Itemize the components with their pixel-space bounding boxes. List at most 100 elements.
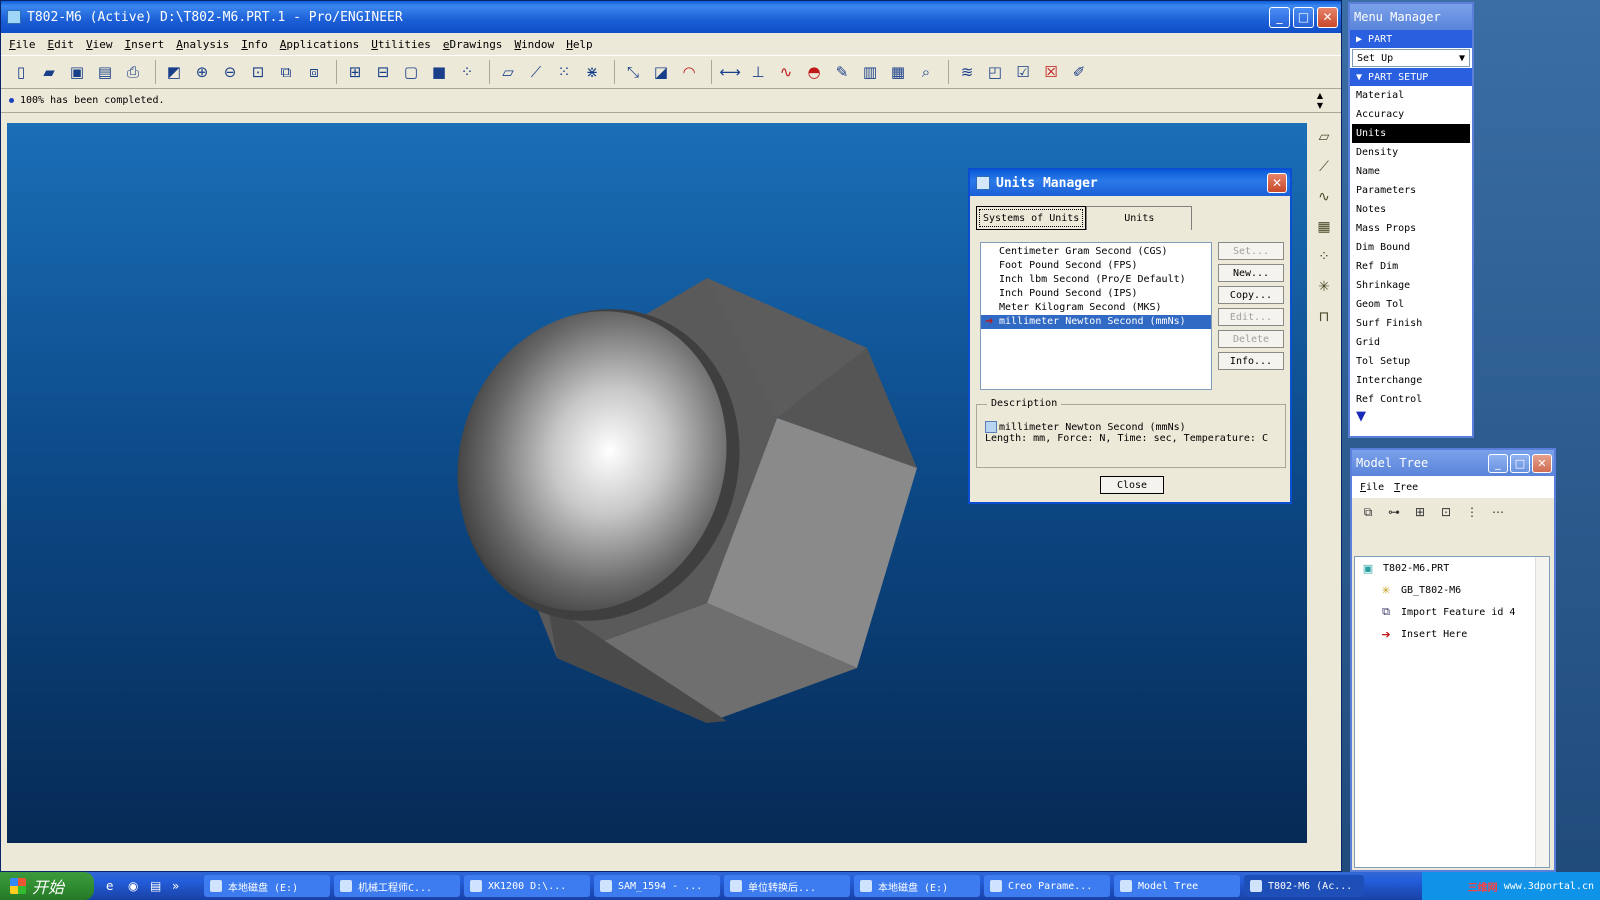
rotate-icon[interactable]: ◠: [677, 60, 701, 84]
menu-item-grid[interactable]: Grid: [1350, 333, 1472, 352]
menu-item-name[interactable]: Name: [1350, 162, 1472, 181]
datum-planes-icon[interactable]: ⊞: [343, 60, 367, 84]
ie-icon[interactable]: e: [106, 879, 122, 893]
tree-node-import-feature[interactable]: ⧉ Import Feature id 4: [1355, 601, 1549, 623]
collapse-icon[interactable]: ⋯: [1488, 502, 1508, 522]
menu-item-accuracy[interactable]: Accuracy: [1350, 105, 1472, 124]
menu-manager-title[interactable]: Menu Manager: [1350, 4, 1472, 30]
zoom-out-icon[interactable]: ⊖: [218, 60, 242, 84]
datum-curve-tool-icon[interactable]: ∿: [1313, 189, 1335, 211]
columns-icon[interactable]: ⊞: [1410, 502, 1430, 522]
measure-icon[interactable]: ⟷: [718, 60, 742, 84]
window-icon[interactable]: ◰: [983, 60, 1007, 84]
menu-applications[interactable]: Applications: [280, 38, 359, 51]
model-tree-menu-file[interactable]: File: [1360, 482, 1384, 493]
layers-icon[interactable]: ≋: [955, 60, 979, 84]
list-item[interactable]: Inch lbm Second (Pro/E Default): [981, 273, 1211, 287]
select-box-icon[interactable]: ◪: [649, 60, 673, 84]
units-manager-close-icon[interactable]: ✕: [1267, 173, 1287, 193]
taskbar-item-active[interactable]: T802-M6 (Ac...: [1244, 875, 1364, 897]
sketch-tool-icon[interactable]: ▦: [1313, 219, 1335, 241]
menu-item-tol-setup[interactable]: Tol Setup: [1350, 352, 1472, 371]
maximize-button[interactable]: □: [1293, 6, 1314, 28]
menu-item-units[interactable]: Units: [1352, 124, 1470, 143]
edit-icon[interactable]: ✐: [1067, 60, 1091, 84]
show-icon[interactable]: ⊡: [1436, 502, 1456, 522]
start-button[interactable]: 开始: [0, 872, 94, 900]
datum-plane-tool-icon[interactable]: ▱: [1313, 129, 1335, 151]
model-tree-titlebar[interactable]: Model Tree _ □ ✕: [1352, 450, 1554, 476]
minimize-button[interactable]: _: [1269, 6, 1290, 28]
saved-views-icon[interactable]: ⧈: [302, 60, 326, 84]
menu-item-parameters[interactable]: Parameters: [1350, 181, 1472, 200]
csys-icon[interactable]: ⁘: [455, 60, 479, 84]
menu-item-interchange[interactable]: Interchange: [1350, 371, 1472, 390]
save-copy-icon[interactable]: ▤: [93, 60, 117, 84]
menu-item-geom-tol[interactable]: Geom Tol: [1350, 295, 1472, 314]
list-item[interactable]: Foot Pound Second (FPS): [981, 259, 1211, 273]
binoculars-icon[interactable]: ⧉: [1358, 502, 1378, 522]
open-icon[interactable]: ▰: [37, 60, 61, 84]
plane-tool-icon[interactable]: ▱: [496, 60, 520, 84]
menu-window[interactable]: Window: [514, 38, 554, 51]
menu-item-mass-props[interactable]: Mass Props: [1350, 219, 1472, 238]
tab-units[interactable]: Units: [1086, 206, 1193, 230]
setup-dropdown[interactable]: Set Up ▼: [1352, 49, 1470, 67]
menu-file[interactable]: File: [9, 38, 36, 51]
copy-button[interactable]: Copy...: [1218, 286, 1284, 304]
repaint-icon[interactable]: ◩: [162, 60, 186, 84]
relations-icon[interactable]: ▦: [886, 60, 910, 84]
tree-node-insert-here[interactable]: ➔ Insert Here: [1355, 623, 1549, 645]
menu-help[interactable]: Help: [566, 38, 593, 51]
select-icon[interactable]: ⤡: [621, 60, 645, 84]
curve-icon[interactable]: ∿: [774, 60, 798, 84]
surface-icon[interactable]: ◓: [802, 60, 826, 84]
pencil-icon[interactable]: ✎: [830, 60, 854, 84]
menu-item-density[interactable]: Density: [1350, 143, 1472, 162]
model-tree-scrollbar[interactable]: [1535, 557, 1549, 867]
firefox-icon[interactable]: ◉: [128, 879, 144, 893]
new-icon[interactable]: ▯: [9, 60, 33, 84]
close-button[interactable]: ✕: [1317, 6, 1338, 28]
menu-item-notes[interactable]: Notes: [1350, 200, 1472, 219]
list-item[interactable]: Meter Kilogram Second (MKS): [981, 301, 1211, 315]
list-item[interactable]: Centimeter Gram Second (CGS): [981, 245, 1211, 259]
shading-icon[interactable]: ■: [427, 60, 451, 84]
table-icon[interactable]: ▥: [858, 60, 882, 84]
menu-insert[interactable]: Insert: [125, 38, 165, 51]
menu-item-material[interactable]: Material: [1350, 86, 1472, 105]
taskbar-item[interactable]: SAM_1594 - ...: [594, 875, 720, 897]
menu-view[interactable]: View: [86, 38, 113, 51]
csys-tool-icon[interactable]: ⋇: [580, 60, 604, 84]
edit-button[interactable]: Edit...: [1218, 308, 1284, 326]
menu-item-ref-dim[interactable]: Ref Dim: [1350, 257, 1472, 276]
taskbar-item[interactable]: XK1200 D:\...: [464, 875, 590, 897]
info-button[interactable]: Info...: [1218, 352, 1284, 370]
taskbar-item[interactable]: 机械工程师C...: [334, 875, 460, 897]
datum-axis-tool-icon[interactable]: ⟋: [1313, 159, 1335, 181]
units-manager-titlebar[interactable]: Units Manager ✕: [970, 170, 1290, 196]
menu-item-dim-bound[interactable]: Dim Bound: [1350, 238, 1472, 257]
menu-item-surf-finish[interactable]: Surf Finish: [1350, 314, 1472, 333]
delete-button[interactable]: Delete: [1218, 330, 1284, 348]
more-icon[interactable]: »: [172, 879, 188, 893]
print-icon[interactable]: ⎙: [121, 60, 145, 84]
taskbar-item[interactable]: Creo Parame...: [984, 875, 1110, 897]
model-tree-maximize-icon[interactable]: □: [1510, 453, 1530, 473]
analysis-icon[interactable]: ⊥: [746, 60, 770, 84]
new-button[interactable]: New...: [1218, 264, 1284, 282]
taskbar-item[interactable]: Model Tree: [1114, 875, 1240, 897]
model-tree-minimize-icon[interactable]: _: [1488, 453, 1508, 473]
more-items-arrow-icon[interactable]: ▼: [1350, 409, 1472, 424]
point-tool-icon[interactable]: ⁙: [552, 60, 576, 84]
menu-item-shrinkage[interactable]: Shrinkage: [1350, 276, 1472, 295]
settings-tree-icon[interactable]: ⊶: [1384, 502, 1404, 522]
datum-axes-icon[interactable]: ⊟: [371, 60, 395, 84]
info-icon[interactable]: ⌕: [914, 60, 938, 84]
taskbar-item[interactable]: 单位转换后...: [724, 875, 850, 897]
refit-icon[interactable]: ⊡: [246, 60, 270, 84]
zoom-in-icon[interactable]: ⊕: [190, 60, 214, 84]
save-icon[interactable]: ▣: [65, 60, 89, 84]
model-tree-content[interactable]: ▣ T802-M6.PRT ✳ GB_T802-M6 ⧉ Import Feat…: [1354, 556, 1550, 868]
taskbar-item[interactable]: 本地磁盘 (E:): [204, 875, 330, 897]
